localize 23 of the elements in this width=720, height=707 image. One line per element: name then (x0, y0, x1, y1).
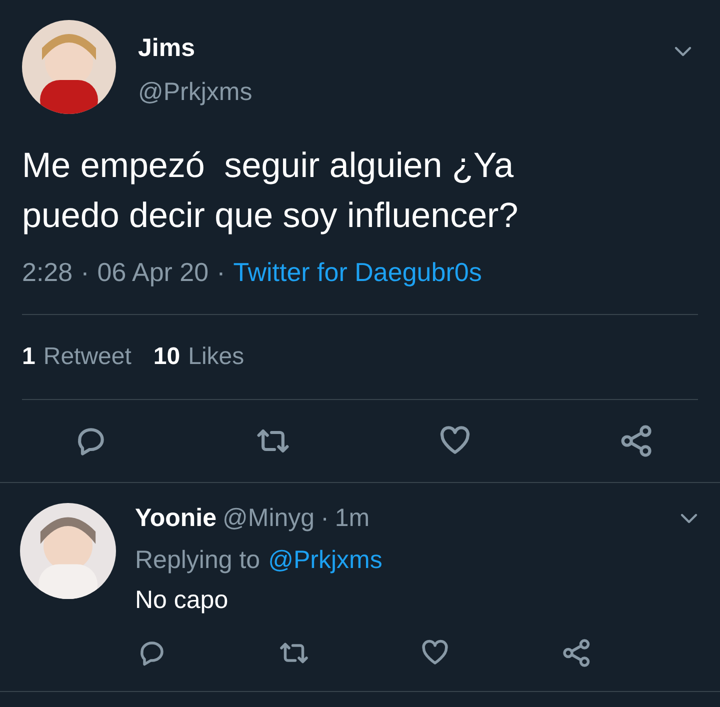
stat-count: 10 (153, 342, 180, 372)
stat-label: Retweet (43, 342, 132, 372)
user-name: Yoonie (135, 503, 216, 533)
tweet-text: Me empezó seguir alguien ¿Ya puedo decir que soy influencer? (22, 145, 520, 237)
stat-label: Likes (188, 342, 244, 372)
reply-age: 1m (334, 503, 370, 533)
separator-dot: · (216, 256, 226, 289)
tweet-date: 06 Apr 20 (97, 256, 209, 289)
separator-dot: · (80, 256, 90, 289)
user-handle: @Prkjxms (138, 77, 254, 108)
mention-link[interactable]: @Prkjxms (268, 545, 382, 575)
user-handle: @Minyg (222, 503, 315, 533)
user-name: Jims (138, 33, 196, 64)
stat-count: 1 (22, 342, 36, 372)
chevron-down-icon[interactable] (674, 46, 692, 58)
tweet-time: 2:28 (22, 256, 73, 289)
share-icon[interactable] (562, 638, 592, 668)
chevron-down-icon[interactable] (680, 513, 698, 526)
separator-dot: · (320, 503, 329, 533)
reply-text: No capo (135, 585, 230, 615)
source-link[interactable]: Twitter for Daegubr0s (233, 253, 482, 292)
replying-label: Replying to (135, 545, 260, 575)
share-icon[interactable] (620, 424, 654, 458)
